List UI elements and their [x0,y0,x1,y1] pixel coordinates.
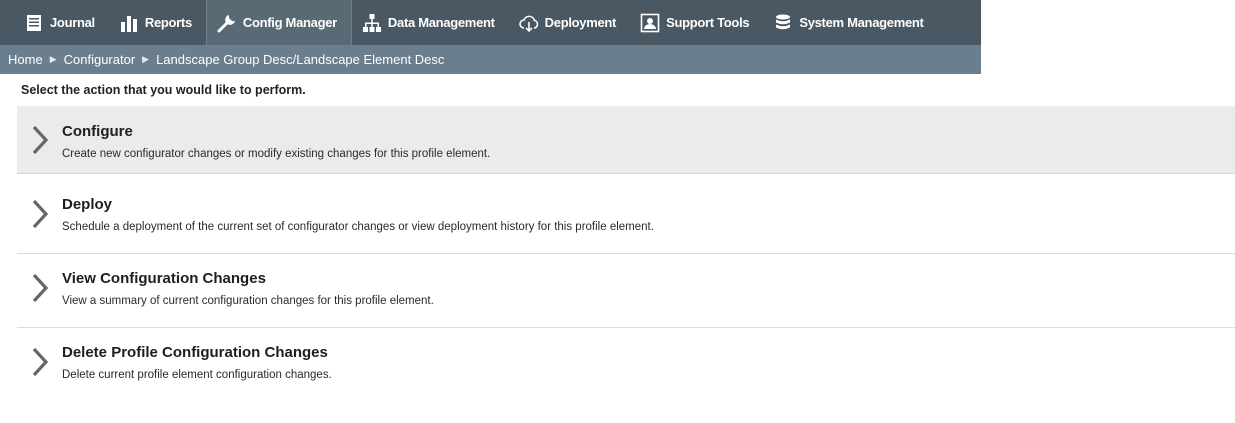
action-description: View a summary of current configuration … [62,295,434,307]
nav-reports-label: Reports [144,15,192,30]
nav-deployment[interactable]: Deployment [509,0,630,45]
instructions-text: Select the action that you would like to… [21,83,306,97]
cloud-download-icon [518,13,539,33]
action-description: Delete current profile element configura… [62,369,332,381]
action-view-configuration-changes[interactable]: View Configuration Changes View a summar… [17,254,1235,328]
nav-system-management-label: System Management [799,15,924,30]
nav-data-management[interactable]: Data Management [352,0,509,45]
database-icon [773,13,793,33]
action-list: Configure Create new configurator change… [17,106,1235,402]
nav-system-management[interactable]: System Management [763,0,937,45]
breadcrumb-current: Landscape Group Desc/Landscape Element D… [156,52,445,67]
chevron-right-icon [31,346,51,378]
nav-support-tools-label: Support Tools [666,15,750,30]
breadcrumb: Home ▶ Configurator ▶ Landscape Group De… [0,45,1235,74]
bar-chart-icon [119,13,139,33]
nav-journal[interactable]: Journal [0,0,109,45]
top-navigation-bar: Journal Reports Config Manager Data Mana… [0,0,1235,45]
nav-support-tools[interactable]: Support Tools [630,0,763,45]
action-title[interactable]: Delete Profile Configuration Changes [62,344,328,361]
chevron-right-icon [31,272,51,304]
nav-reports[interactable]: Reports [109,0,206,45]
action-description: Schedule a deployment of the current set… [62,221,654,233]
breadcrumb-home[interactable]: Home [8,52,43,67]
journal-icon [24,13,44,33]
breadcrumb-separator-icon: ▶ [142,54,150,64]
chevron-right-icon [31,124,51,156]
action-title[interactable]: Deploy [62,196,112,213]
action-delete-profile-configuration-changes[interactable]: Delete Profile Configuration Changes Del… [17,328,1235,402]
breadcrumb-separator-icon: ▶ [49,54,57,64]
nav-config-manager[interactable]: Config Manager [205,0,352,45]
breadcrumb-configurator[interactable]: Configurator [64,52,136,67]
action-configure[interactable]: Configure Create new configurator change… [17,106,1235,174]
hierarchy-icon [362,13,382,33]
topnav-blank-area [981,0,1235,45]
wrench-icon [217,13,237,33]
nav-deployment-label: Deployment [544,15,617,30]
action-title[interactable]: Configure [62,123,133,140]
chevron-right-icon [31,198,51,230]
nav-journal-label: Journal [50,15,95,30]
support-user-icon [640,13,660,33]
action-deploy[interactable]: Deploy Schedule a deployment of the curr… [17,180,1235,254]
nav-data-management-label: Data Management [387,15,495,30]
action-title[interactable]: View Configuration Changes [62,270,266,287]
action-description: Create new configurator changes or modif… [62,148,491,160]
breadcrumb-blank-area [981,45,1235,74]
nav-config-manager-label: Config Manager [242,15,337,30]
